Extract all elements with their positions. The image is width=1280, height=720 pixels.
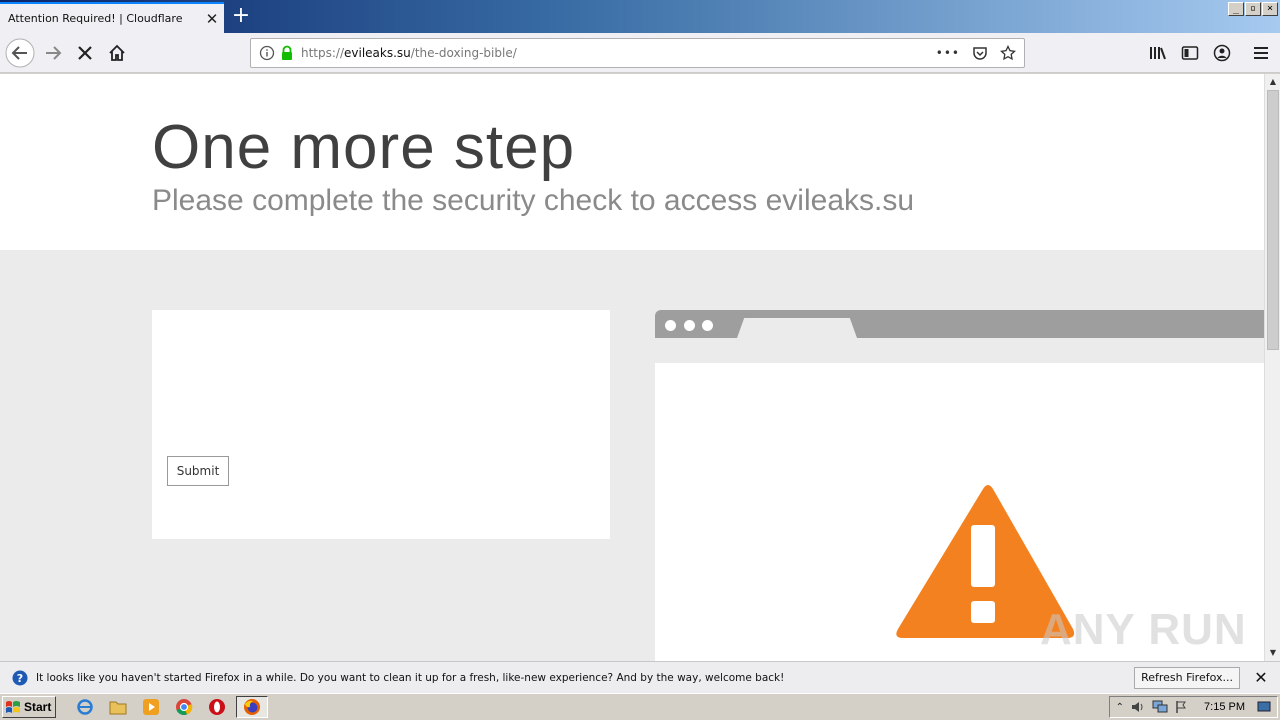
folder-icon bbox=[109, 701, 127, 715]
opera-icon bbox=[209, 699, 226, 715]
security-check-box: Submit bbox=[152, 310, 610, 539]
show-hidden-icons-icon[interactable]: ⌃ bbox=[1116, 702, 1124, 713]
media-player-taskbar-icon[interactable] bbox=[140, 696, 162, 718]
tab-bar: Attention Required! | Cloudflare ✕ + _ ▫… bbox=[0, 0, 1280, 33]
new-tab-button[interactable]: + bbox=[228, 4, 254, 30]
illustration-tab bbox=[737, 318, 857, 338]
header-section: One more step Please complete the securi… bbox=[0, 74, 1264, 250]
account-icon bbox=[1213, 44, 1231, 62]
back-arrow-icon bbox=[5, 38, 35, 68]
page-content: One more step Please complete the securi… bbox=[0, 74, 1264, 661]
restore-button[interactable]: ▫ bbox=[1245, 2, 1261, 16]
illustration-dot bbox=[684, 320, 695, 331]
library-icon bbox=[1150, 47, 1166, 60]
sidebar-button[interactable] bbox=[1174, 37, 1206, 69]
window-controls: _ ▫ × bbox=[1228, 2, 1278, 16]
refresh-firefox-button[interactable]: Refresh Firefox... bbox=[1134, 666, 1240, 689]
svg-text:?: ? bbox=[17, 672, 23, 685]
forward-arrow-icon bbox=[46, 46, 62, 60]
windows-taskbar: Start ⌃ 7:15 PM bbox=[0, 693, 1280, 720]
chrome-taskbar-icon[interactable] bbox=[173, 696, 195, 718]
sidebar-icon bbox=[1181, 46, 1199, 60]
info-icon[interactable] bbox=[259, 45, 275, 61]
illustration-dot bbox=[665, 320, 676, 331]
internet-explorer-icon bbox=[77, 699, 94, 715]
scroll-up-icon[interactable]: ▲ bbox=[1265, 74, 1280, 90]
home-icon bbox=[109, 44, 125, 61]
volume-icon[interactable] bbox=[1130, 700, 1146, 714]
taskbar-clock[interactable]: 7:15 PM bbox=[1204, 701, 1245, 713]
hamburger-menu-icon bbox=[1254, 47, 1268, 59]
browser-tab[interactable]: Attention Required! | Cloudflare ✕ bbox=[0, 2, 224, 33]
notification-close-icon[interactable]: ✕ bbox=[1248, 668, 1274, 687]
chrome-icon bbox=[176, 699, 193, 716]
vertical-scrollbar[interactable]: ▲ ▼ bbox=[1264, 74, 1280, 661]
action-center-flag-icon[interactable] bbox=[1174, 700, 1188, 714]
stop-button[interactable] bbox=[69, 37, 101, 69]
media-player-icon bbox=[143, 699, 160, 715]
navigation-toolbar: https://evileaks.su/the-doxing-bible/ ••… bbox=[0, 33, 1280, 73]
url-bar[interactable]: https://evileaks.su/the-doxing-bible/ ••… bbox=[250, 38, 1025, 68]
page-title: One more step bbox=[152, 113, 576, 182]
scroll-down-icon[interactable]: ▼ bbox=[1265, 645, 1280, 661]
url-text[interactable]: https://evileaks.su/the-doxing-bible/ bbox=[301, 46, 936, 60]
windows-logo-icon bbox=[6, 701, 20, 713]
network-icon[interactable] bbox=[1152, 700, 1168, 714]
notification-bar: ? It looks like you haven't started Fire… bbox=[0, 661, 1280, 693]
account-button[interactable] bbox=[1206, 37, 1238, 69]
start-label: Start bbox=[24, 700, 52, 714]
library-button[interactable] bbox=[1142, 37, 1174, 69]
menu-button[interactable] bbox=[1245, 37, 1277, 69]
close-window-button[interactable]: × bbox=[1262, 2, 1278, 16]
firefox-icon bbox=[244, 699, 261, 715]
page-actions-icon[interactable]: ••• bbox=[936, 46, 960, 60]
ie-taskbar-icon[interactable] bbox=[74, 696, 96, 718]
tab-title: Attention Required! | Cloudflare bbox=[8, 12, 183, 25]
bookmark-star-icon[interactable] bbox=[1000, 45, 1016, 61]
notification-message: It looks like you haven't started Firefo… bbox=[36, 671, 785, 684]
pocket-icon[interactable] bbox=[972, 45, 988, 61]
help-question-icon: ? bbox=[12, 670, 28, 685]
show-desktop-icon[interactable] bbox=[1257, 700, 1271, 714]
scrollbar-thumb[interactable] bbox=[1267, 90, 1279, 350]
start-button[interactable]: Start bbox=[2, 696, 57, 718]
illustration-window-bar bbox=[655, 310, 1264, 338]
home-button[interactable] bbox=[101, 37, 133, 69]
forward-button[interactable] bbox=[37, 37, 69, 69]
back-button[interactable] bbox=[4, 37, 36, 69]
page-subtitle: Please complete the security check to ac… bbox=[152, 184, 915, 217]
submit-button[interactable]: Submit bbox=[167, 456, 229, 486]
system-tray: ⌃ 7:15 PM bbox=[1108, 696, 1278, 718]
anyrun-watermark: ANY RUN bbox=[1040, 605, 1247, 654]
firefox-taskbar-icon[interactable] bbox=[236, 696, 269, 718]
secure-lock-icon[interactable] bbox=[279, 45, 295, 61]
tab-close-icon[interactable]: ✕ bbox=[200, 10, 224, 28]
stop-x-icon bbox=[78, 46, 92, 60]
illustration-dot bbox=[702, 320, 713, 331]
explorer-taskbar-icon[interactable] bbox=[107, 696, 129, 718]
opera-taskbar-icon[interactable] bbox=[206, 696, 228, 718]
minimize-button[interactable]: _ bbox=[1228, 2, 1244, 16]
